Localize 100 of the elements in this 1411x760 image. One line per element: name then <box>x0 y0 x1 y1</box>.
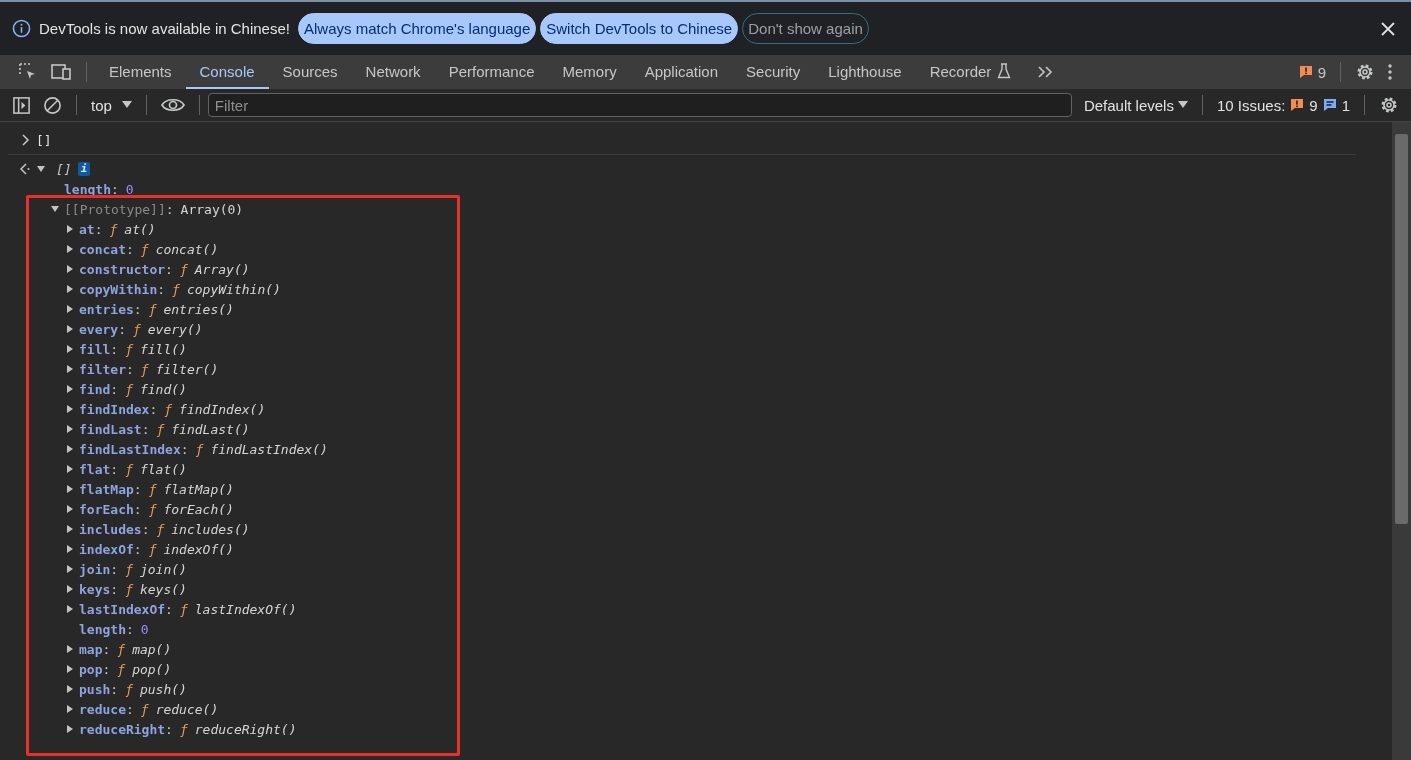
property-key: map <box>79 641 103 657</box>
collapsed-triangle-icon[interactable] <box>65 704 75 714</box>
expanded-triangle-icon[interactable] <box>36 164 46 174</box>
collapsed-triangle-icon[interactable] <box>65 304 75 314</box>
function-sign: ƒ <box>156 521 165 537</box>
banner-message: DevTools is now available in Chinese! <box>39 20 290 37</box>
colon: : <box>110 561 119 577</box>
info-icon <box>12 19 31 38</box>
input-prompt-icon <box>22 134 30 146</box>
caret-icon <box>121 101 132 109</box>
log-levels-dropdown[interactable]: Default levels <box>1077 95 1194 115</box>
colon: : <box>133 301 142 317</box>
expanded-triangle-icon[interactable] <box>50 204 60 214</box>
collapsed-triangle-icon[interactable] <box>65 464 75 474</box>
language-button[interactable]: Always match Chrome's language <box>297 13 537 44</box>
property-value: pop() <box>132 661 172 677</box>
collapsed-triangle-icon[interactable] <box>65 444 75 454</box>
function-sign: ƒ <box>125 681 133 697</box>
collapsed-triangle-icon[interactable] <box>65 524 75 534</box>
collapsed-triangle-icon[interactable] <box>65 664 75 674</box>
sidebar-toggle-icon[interactable] <box>12 95 31 115</box>
settings-icon[interactable] <box>1355 62 1375 82</box>
property-key: reduce <box>79 701 126 717</box>
property-value: findIndex() <box>179 401 266 417</box>
info-badge[interactable]: i <box>77 162 91 176</box>
colon: : <box>125 701 134 717</box>
result-arrow-icon <box>20 163 30 175</box>
collapsed-triangle-icon[interactable] <box>65 504 75 514</box>
collapsed-triangle-icon[interactable] <box>65 284 75 294</box>
collapsed-triangle-icon[interactable] <box>65 424 75 434</box>
colon: : <box>102 641 111 657</box>
colon: : <box>165 261 173 277</box>
panel-tab[interactable]: Elements <box>95 55 186 89</box>
function-sign: ƒ <box>125 461 133 477</box>
panel-tab[interactable]: Memory <box>548 55 631 89</box>
context-dropdown[interactable]: top <box>85 95 138 115</box>
property-value: join() <box>139 561 187 577</box>
scrollbar[interactable] <box>1392 122 1411 760</box>
issues-summary[interactable]: 10 Issues: 9 1 <box>1210 95 1356 115</box>
colon: : <box>110 581 119 597</box>
property-value: indexOf() <box>163 541 234 557</box>
clear-console-icon[interactable] <box>43 95 62 115</box>
settings-icon[interactable] <box>1379 95 1399 115</box>
collapsed-triangle-icon[interactable] <box>65 684 75 694</box>
property-key: copyWithin <box>79 281 158 297</box>
colon: : <box>110 181 119 197</box>
caret-icon <box>1177 101 1188 109</box>
property-key: push <box>79 681 111 697</box>
collapsed-triangle-icon[interactable] <box>65 264 75 274</box>
function-sign: ƒ <box>179 261 188 277</box>
more-options-icon[interactable] <box>1387 62 1393 82</box>
property-key: findLast <box>79 421 142 437</box>
property-key: find <box>79 381 111 397</box>
panel-tab[interactable]: Performance <box>434 55 549 89</box>
collapsed-triangle-icon[interactable] <box>65 544 75 554</box>
collapsed-triangle-icon[interactable] <box>65 384 75 394</box>
panel-tab[interactable]: Sources <box>268 55 352 89</box>
function-sign: ƒ <box>140 241 149 257</box>
colon: : <box>118 321 126 337</box>
function-sign: ƒ <box>132 321 141 337</box>
language-button[interactable]: Switch DevTools to Chinese <box>540 13 739 44</box>
collapsed-triangle-icon[interactable] <box>65 364 75 374</box>
property-key: at <box>79 221 95 237</box>
panel-tab[interactable]: Application <box>630 55 733 89</box>
close-icon[interactable] <box>1381 21 1395 36</box>
colon: : <box>110 461 119 477</box>
eye-icon[interactable] <box>160 97 185 113</box>
message-icon <box>1322 98 1337 112</box>
property-key: concat <box>79 241 126 257</box>
colon: : <box>149 401 158 417</box>
colon: : <box>165 601 173 617</box>
collapsed-triangle-icon[interactable] <box>65 484 75 494</box>
panel-tab[interactable]: Recorder <box>915 55 1026 89</box>
collapsed-triangle-icon[interactable] <box>65 724 75 734</box>
panel-tab[interactable]: Lighthouse <box>814 55 916 89</box>
property-key: length <box>79 621 126 637</box>
colon: : <box>133 541 142 557</box>
function-sign: ƒ <box>179 601 188 617</box>
filter-field[interactable]: Filter <box>207 93 1072 117</box>
collapsed-triangle-icon[interactable] <box>65 224 75 234</box>
property-key: filter <box>79 361 126 377</box>
issues-counter[interactable]: 9 <box>1292 62 1332 82</box>
collapsed-triangle-icon[interactable] <box>65 644 75 654</box>
colon: : <box>133 481 142 497</box>
function-sign: ƒ <box>164 401 173 417</box>
collapsed-triangle-icon[interactable] <box>65 404 75 414</box>
collapsed-triangle-icon[interactable] <box>65 564 75 574</box>
collapsed-triangle-icon[interactable] <box>65 244 75 254</box>
collapsed-triangle-icon[interactable] <box>65 584 75 594</box>
collapsed-triangle-icon[interactable] <box>65 344 75 354</box>
collapsed-triangle-icon[interactable] <box>65 604 75 614</box>
scrollbar-thumb[interactable] <box>1395 134 1408 524</box>
device-toolbar-icon[interactable] <box>50 62 72 82</box>
panel-tab[interactable]: Security <box>732 55 815 89</box>
property-value: 0 <box>125 181 134 197</box>
panel-tab[interactable]: Network <box>351 55 435 89</box>
property-key: fill <box>79 341 111 357</box>
collapsed-triangle-icon[interactable] <box>65 324 75 334</box>
property-value: lastIndexOf() <box>194 601 297 617</box>
function-sign: ƒ <box>148 481 157 497</box>
